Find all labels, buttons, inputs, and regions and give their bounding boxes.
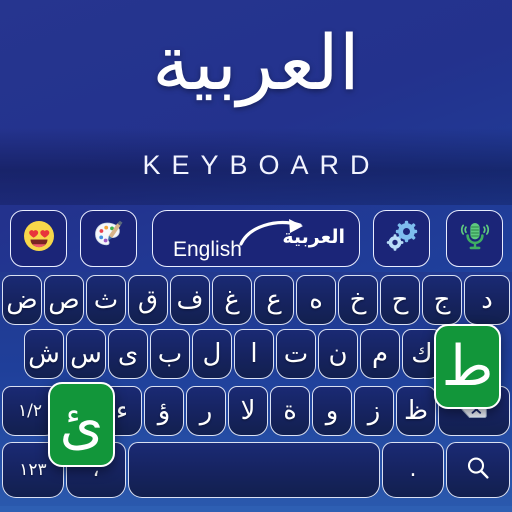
keyboard-toolbar: English العربية — [0, 210, 512, 270]
language-from-label: English — [173, 238, 242, 261]
search-icon — [465, 455, 491, 486]
key-ta[interactable]: ت — [276, 329, 316, 379]
smiley-heart-eyes-icon — [22, 219, 56, 258]
key-ain[interactable]: ع — [254, 275, 294, 325]
search-key[interactable] — [446, 442, 510, 498]
key-ghain[interactable]: غ — [212, 275, 252, 325]
key-seen[interactable]: س — [66, 329, 106, 379]
page-title: العربية — [152, 18, 360, 107]
key-ba[interactable]: ب — [150, 329, 190, 379]
key-lam-alef[interactable]: لا — [228, 386, 268, 436]
keyboard-panel: ض ص ث ق ف غ ع ه خ ح ج د ش س ى ب ل ا ت ن … — [0, 272, 512, 512]
key-qaf[interactable]: ق — [128, 275, 168, 325]
key-fa[interactable]: ف — [170, 275, 210, 325]
key-sheen[interactable]: ش — [24, 329, 64, 379]
key-zain[interactable]: ز — [354, 386, 394, 436]
key-dal[interactable]: د — [464, 275, 510, 325]
microphone-icon — [459, 220, 491, 257]
page-subtitle: KEYBOARD — [142, 150, 381, 180]
language-to-label: العربية — [282, 226, 345, 248]
key-meem[interactable]: م — [360, 329, 400, 379]
key-sad[interactable]: ص — [44, 275, 84, 325]
language-switch-button[interactable]: English العربية — [152, 210, 360, 267]
key-popup-tah[interactable]: ط — [434, 324, 501, 409]
keyboard-bottom-strip — [0, 506, 512, 512]
voice-input-button[interactable] — [446, 210, 503, 267]
header: العربية KEYBOARD — [0, 0, 512, 205]
palette-icon — [92, 219, 126, 258]
key-hah[interactable]: ح — [380, 275, 420, 325]
key-jeem[interactable]: ج — [422, 275, 462, 325]
key-dad[interactable]: ض — [2, 275, 42, 325]
key-ra[interactable]: ر — [186, 386, 226, 436]
gear-icon — [385, 219, 419, 258]
key-dha[interactable]: ظ — [396, 386, 436, 436]
emoji-button[interactable] — [10, 210, 67, 267]
key-lam[interactable]: ل — [192, 329, 232, 379]
app-screenshot: العربية KEYBOARD English العربية ض ص ث ق… — [0, 0, 512, 512]
key-waw[interactable]: و — [312, 386, 352, 436]
key-ta-marbuta[interactable]: ة — [270, 386, 310, 436]
key-alef[interactable]: ا — [234, 329, 274, 379]
key-ha[interactable]: ه — [296, 275, 336, 325]
key-noon[interactable]: ن — [318, 329, 358, 379]
key-kha[interactable]: خ — [338, 275, 378, 325]
key-popup-hamza-ya[interactable]: ئ — [48, 382, 115, 467]
key-hamza-waw[interactable]: ؤ — [144, 386, 184, 436]
key-tha[interactable]: ث — [86, 275, 126, 325]
key-alef-maksura[interactable]: ى — [108, 329, 148, 379]
keyboard-row-1: ض ص ث ق ف غ ع ه خ ح ج د — [0, 275, 512, 329]
period-key[interactable]: . — [382, 442, 444, 498]
settings-button[interactable] — [373, 210, 430, 267]
theme-button[interactable] — [80, 210, 137, 267]
space-key[interactable] — [128, 442, 380, 498]
